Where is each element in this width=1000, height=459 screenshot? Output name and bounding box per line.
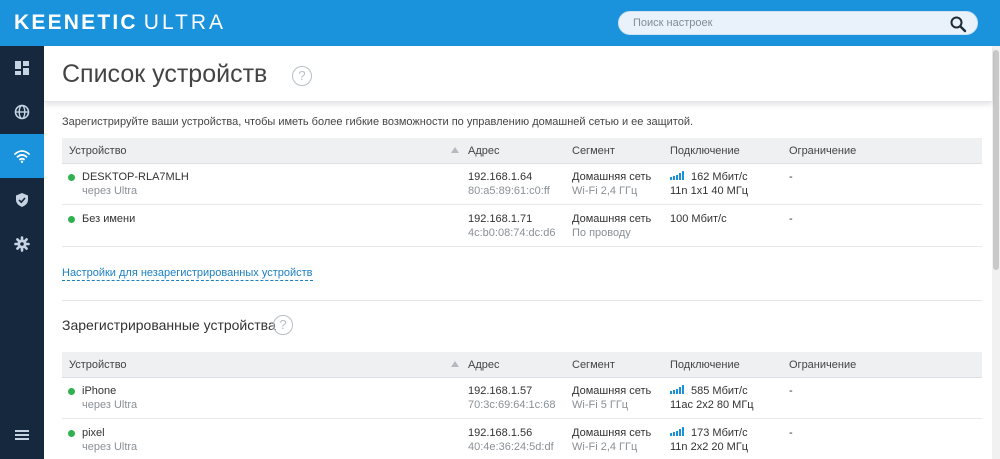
device-name: iPhone (82, 385, 117, 397)
device-ip: 192.168.1.57 (468, 385, 533, 397)
sidebar (0, 46, 44, 459)
device-mac: 40:4e:36:24:5d:df (468, 441, 554, 453)
device-speed: 162 Мбит/с (691, 171, 748, 183)
logo[interactable]: KEENETIC ULTRA (14, 11, 226, 35)
top-bar: KEENETIC ULTRA (0, 0, 1000, 46)
dashboard-icon (15, 61, 29, 75)
table-header-registered: Устройство Адрес Сегмент Подключение Огр… (62, 352, 982, 378)
device-mode: 11n 1x1 40 МГц (670, 185, 749, 197)
sort-ascending-icon[interactable] (451, 361, 459, 367)
table-header-unregistered: Устройство Адрес Сегмент Подключение Огр… (62, 138, 982, 164)
registered-section-title: Зарегистрированные устройства ? (62, 315, 293, 335)
help-icon[interactable]: ? (273, 315, 293, 335)
column-header-connection[interactable]: Подключение (670, 145, 740, 157)
device-via: через Ultra (82, 185, 138, 197)
device-speed: 100 Мбит/с (670, 213, 727, 225)
device-mac: 80:a5:89:61:c0:ff (468, 185, 550, 197)
sidebar-item-home-network[interactable] (0, 134, 44, 178)
device-speed: 585 Мбит/с (691, 385, 748, 397)
section-divider (62, 300, 982, 301)
column-header-connection[interactable]: Подключение (670, 359, 740, 371)
help-icon[interactable]: ? (292, 66, 312, 86)
device-medium: Wi-Fi 2,4 ГГц (572, 441, 638, 453)
signal-bars-icon (670, 427, 684, 436)
device-mac: 4c:b0:08:74:dc:d6 (468, 227, 556, 239)
device-ip: 192.168.1.71 (468, 213, 533, 225)
signal-bars-icon (670, 385, 684, 394)
wifi-icon (14, 150, 30, 163)
device-segment: Домашняя сеть (572, 427, 652, 439)
column-header-segment[interactable]: Сегмент (572, 145, 615, 157)
page-header: Список устройств ? (44, 46, 992, 102)
sidebar-menu-toggle[interactable] (0, 413, 44, 457)
column-header-device[interactable]: Устройство (69, 145, 127, 157)
search-input[interactable] (633, 15, 933, 31)
device-ip: 192.168.1.56 (468, 427, 533, 439)
registered-section-title-text: Зарегистрированные устройства (62, 317, 276, 333)
column-header-address[interactable]: Адрес (468, 145, 500, 157)
scrollbar[interactable] (992, 46, 1000, 459)
device-segment: Домашняя сеть (572, 385, 652, 397)
column-header-limit[interactable]: Ограничение (789, 359, 856, 371)
table-row[interactable]: pixel через Ultra 192.168.1.56 40:4e:36:… (62, 421, 982, 459)
device-limit: - (789, 171, 793, 183)
scrollbar-thumb[interactable] (993, 50, 999, 270)
device-mode: 11n 2x2 20 МГц (670, 441, 749, 453)
logo-brand: KEENETIC (14, 11, 138, 34)
status-online-dot (68, 430, 75, 437)
sidebar-item-internet[interactable] (0, 90, 44, 134)
device-via: через Ultra (82, 441, 138, 453)
globe-icon (14, 104, 30, 120)
column-header-segment[interactable]: Сегмент (572, 359, 615, 371)
device-via: через Ultra (82, 399, 138, 411)
column-header-limit[interactable]: Ограничение (789, 145, 856, 157)
sidebar-item-security[interactable] (0, 178, 44, 222)
search-box[interactable] (618, 11, 978, 35)
device-ip: 192.168.1.64 (468, 171, 533, 183)
column-header-device[interactable]: Устройство (69, 359, 127, 371)
page-title-text: Список устройств (62, 60, 268, 88)
sidebar-item-management[interactable] (0, 222, 44, 266)
table-row[interactable]: iPhone через Ultra 192.168.1.57 70:3c:69… (62, 379, 982, 419)
search-icon[interactable] (949, 15, 967, 33)
sidebar-item-dashboard[interactable] (0, 46, 44, 90)
table-row[interactable]: DESKTOP-RLA7MLH через Ultra 192.168.1.64… (62, 165, 982, 205)
menu-icon (15, 430, 29, 440)
device-medium: Wi-Fi 5 ГГц (572, 399, 629, 411)
status-online-dot (68, 388, 75, 395)
table-row[interactable]: Без имени 192.168.1.71 4c:b0:08:74:dc:d6… (62, 207, 982, 247)
logo-model: ULTRA (143, 11, 227, 34)
device-medium: Wi-Fi 2,4 ГГц (572, 185, 638, 197)
device-limit: - (789, 385, 793, 397)
device-segment: Домашняя сеть (572, 171, 652, 183)
device-name: DESKTOP-RLA7MLH (82, 171, 189, 183)
status-online-dot (68, 174, 75, 181)
device-speed: 173 Мбит/с (691, 427, 748, 439)
device-limit: - (789, 427, 793, 439)
device-mode: 11ac 2x2 80 МГц (670, 399, 754, 411)
device-medium: По проводу (572, 227, 631, 239)
shield-icon (16, 193, 28, 207)
device-name: Без имени (82, 213, 136, 225)
intro-text: Зарегистрируйте ваши устройства, чтобы и… (62, 116, 694, 128)
unregistered-settings-link[interactable]: Настройки для незарегистрированных устро… (62, 267, 313, 281)
signal-bars-icon (670, 171, 684, 180)
status-online-dot (68, 216, 75, 223)
device-mac: 70:3c:69:64:1c:68 (468, 399, 556, 411)
sort-ascending-icon[interactable] (451, 147, 459, 153)
column-header-address[interactable]: Адрес (468, 359, 500, 371)
gear-icon (14, 236, 30, 252)
page-title: Список устройств ? (62, 60, 312, 89)
device-segment: Домашняя сеть (572, 213, 652, 225)
device-name: pixel (82, 427, 105, 439)
device-limit: - (789, 213, 793, 225)
